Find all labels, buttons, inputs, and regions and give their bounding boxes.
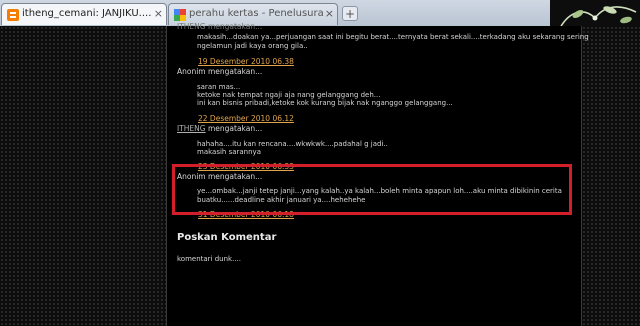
browser-tab-strip: itheng_cemani: JANJIKU....!!!!!MU... × p… [0, 0, 640, 30]
page-viewport: ITHENG mengatakan... makasih...doakan ya… [0, 22, 640, 326]
right-background-pattern [582, 26, 640, 326]
comment-author: ITHENG mengatakan... [177, 124, 262, 133]
red-highlight-box [172, 164, 572, 215]
comment-text: makasih sarannya [197, 148, 261, 156]
tab-title: perahu kertas - Penelusuran Google [189, 8, 323, 19]
post-comment-text: komentari dunk.... [177, 255, 242, 263]
tab-close-icon[interactable]: × [154, 4, 163, 24]
google-favicon-icon [174, 9, 186, 21]
tab-itheng-cemani[interactable]: itheng_cemani: JANJIKU....!!!!!MU... × [1, 3, 167, 25]
comment-timestamp-link[interactable]: 22 Desember 2010 06.12 [198, 114, 294, 123]
comment-text: ngelamun jadi kaya orang gila.. [197, 42, 308, 50]
comment-timestamp-link[interactable]: 19 Desember 2010 06.38 [198, 57, 294, 66]
blogger-favicon-icon [7, 9, 19, 21]
left-background-pattern [0, 26, 166, 326]
author-profile-link[interactable]: ITHENG [177, 124, 206, 133]
tab-title: itheng_cemani: JANJIKU....!!!!!MU... [22, 8, 152, 19]
author-suffix: mengatakan... [205, 124, 263, 133]
tab-close-icon[interactable]: × [325, 4, 334, 24]
post-comment-heading: Poskan Komentar [177, 232, 277, 243]
comment-text: makasih...doakan ya...perjuangan saat in… [197, 33, 589, 41]
comment-author: ITHENG mengatakan... [177, 22, 263, 31]
comment-author: Anonim mengatakan... [177, 67, 263, 76]
comment-text: ini kan bisnis pribadi,ketoke kok kurang… [197, 99, 453, 107]
new-tab-button[interactable]: + [342, 6, 358, 21]
